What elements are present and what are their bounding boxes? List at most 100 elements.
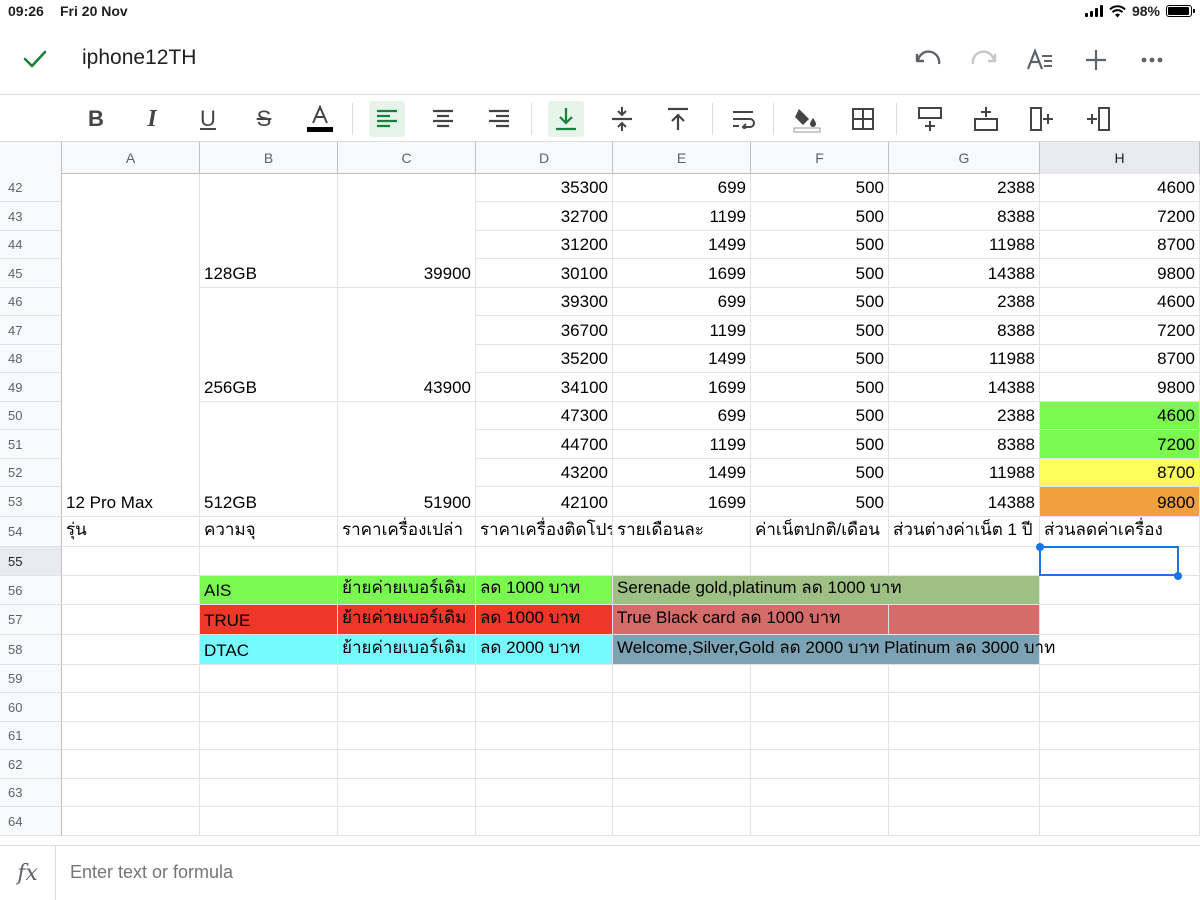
cell-empty[interactable] [476, 722, 613, 750]
row-header-45[interactable]: 45 [0, 259, 62, 288]
cell-storage-merged[interactable]: 128GB [200, 174, 338, 288]
cell-empty[interactable] [1040, 779, 1200, 807]
cell-h-52[interactable]: 8700 [1040, 459, 1200, 487]
row-header-53[interactable]: 53 [0, 487, 62, 517]
cell-empty[interactable] [1040, 635, 1200, 665]
cell-storage-merged[interactable]: 512GB [200, 402, 338, 517]
cell-e-50[interactable]: 699 [613, 402, 751, 430]
cell-d-49[interactable]: 34100 [476, 373, 613, 402]
cell-empty[interactable] [62, 635, 200, 665]
cell-d-44[interactable]: 31200 [476, 231, 613, 259]
text-color-button[interactable] [302, 101, 338, 137]
cell-g-44[interactable]: 11988 [889, 231, 1040, 259]
cell-empty[interactable] [62, 665, 200, 693]
cell-empty[interactable] [751, 779, 889, 807]
insert-column-left-button[interactable] [1024, 101, 1060, 137]
cell-f-44[interactable]: 500 [751, 231, 889, 259]
cell-header-a[interactable]: รุ่น [62, 517, 200, 547]
cell-g-46[interactable]: 2388 [889, 288, 1040, 316]
cell-d-50[interactable]: 47300 [476, 402, 613, 430]
cell-empty[interactable] [751, 547, 889, 576]
cell-f-50[interactable]: 500 [751, 402, 889, 430]
cell-empty[interactable] [200, 779, 338, 807]
cell-empty[interactable] [889, 807, 1040, 836]
cell-empty[interactable] [476, 807, 613, 836]
cell-promo-note[interactable]: True Black card ลด 1000 บาท [613, 605, 889, 635]
undo-button[interactable] [900, 44, 956, 76]
select-all-corner[interactable] [0, 142, 62, 174]
align-right-button[interactable] [481, 101, 517, 137]
cell-f-42[interactable]: 500 [751, 174, 889, 202]
cell-d-51[interactable]: 44700 [476, 430, 613, 459]
cell-empty[interactable] [200, 807, 338, 836]
cell-d-42[interactable]: 35300 [476, 174, 613, 202]
cell-h-43[interactable]: 7200 [1040, 202, 1200, 231]
cell-empty[interactable] [1040, 576, 1200, 605]
cell-g-45[interactable]: 14388 [889, 259, 1040, 288]
cell-empty[interactable] [613, 807, 751, 836]
cell-carrier[interactable]: TRUE [200, 605, 338, 635]
cell-e-43[interactable]: 1199 [613, 202, 751, 231]
selection-handle[interactable] [1174, 572, 1182, 580]
cell-empty[interactable] [1040, 665, 1200, 693]
insert-column-right-button[interactable] [1080, 101, 1116, 137]
cell-e-42[interactable]: 699 [613, 174, 751, 202]
cell-empty[interactable] [889, 547, 1040, 576]
row-header-48[interactable]: 48 [0, 345, 62, 373]
cell-f-51[interactable]: 500 [751, 430, 889, 459]
cell-empty[interactable] [751, 750, 889, 779]
cell-promo-type[interactable]: ย้ายค่ายเบอร์เดิม [338, 576, 476, 605]
column-header-b[interactable]: B [200, 142, 338, 174]
cell-e-47[interactable]: 1199 [613, 316, 751, 345]
cell-empty[interactable] [200, 750, 338, 779]
cell-empty[interactable] [338, 750, 476, 779]
cell-d-43[interactable]: 32700 [476, 202, 613, 231]
cell-empty[interactable] [476, 665, 613, 693]
cell-empty[interactable] [62, 605, 200, 635]
row-header-51[interactable]: 51 [0, 430, 62, 459]
cell-g-43[interactable]: 8388 [889, 202, 1040, 231]
cell-h-45[interactable]: 9800 [1040, 259, 1200, 288]
row-header-63[interactable]: 63 [0, 779, 62, 807]
insert-row-below-button[interactable] [968, 101, 1004, 137]
column-header-e[interactable]: E [613, 142, 751, 174]
cell-d-45[interactable]: 30100 [476, 259, 613, 288]
cell-header-b[interactable]: ความจุ [200, 517, 338, 547]
cell-empty[interactable] [338, 693, 476, 722]
cell-empty[interactable] [1040, 807, 1200, 836]
cell-empty[interactable] [751, 807, 889, 836]
function-fx-icon[interactable]: fx [0, 846, 56, 900]
cell-g-52[interactable]: 11988 [889, 459, 1040, 487]
cell-storage-merged[interactable]: 256GB [200, 288, 338, 402]
document-title[interactable]: iphone12TH [82, 46, 196, 70]
cell-empty[interactable] [889, 605, 1040, 635]
cell-empty[interactable] [338, 547, 476, 576]
cell-promo-discount[interactable]: ลด 1000 บาท [476, 605, 613, 635]
cell-empty[interactable] [1040, 693, 1200, 722]
cell-h-50[interactable]: 4600 [1040, 402, 1200, 430]
cell-h-49[interactable]: 9800 [1040, 373, 1200, 402]
row-header-60[interactable]: 60 [0, 693, 62, 722]
insert-row-above-button[interactable] [912, 101, 948, 137]
row-header-42[interactable]: 42 [0, 174, 62, 202]
cell-empty[interactable] [62, 807, 200, 836]
cell-price-merged[interactable]: 39900 [338, 174, 476, 288]
cell-f-46[interactable]: 500 [751, 288, 889, 316]
cell-e-46[interactable]: 699 [613, 288, 751, 316]
cell-f-43[interactable]: 500 [751, 202, 889, 231]
cell-h-44[interactable]: 8700 [1040, 231, 1200, 259]
cell-g-42[interactable]: 2388 [889, 174, 1040, 202]
cell-header-g[interactable]: ส่วนต่างค่าเน็ต 1 ปี [889, 517, 1040, 547]
cell-header-d[interactable]: ราคาเครื่องติดโปร [476, 517, 613, 547]
cell-h-53[interactable]: 9800 [1040, 487, 1200, 517]
cell-price-merged[interactable]: 51900 [338, 402, 476, 517]
cell-empty[interactable] [200, 547, 338, 576]
cell-e-51[interactable]: 1199 [613, 430, 751, 459]
row-header-49[interactable]: 49 [0, 373, 62, 402]
cell-promo-type[interactable]: ย้ายค่ายเบอร์เดิม [338, 605, 476, 635]
cell-e-52[interactable]: 1499 [613, 459, 751, 487]
cell-empty[interactable] [1040, 722, 1200, 750]
cell-empty[interactable] [613, 693, 751, 722]
cell-g-48[interactable]: 11988 [889, 345, 1040, 373]
row-header-54[interactable]: 54 [0, 517, 62, 547]
